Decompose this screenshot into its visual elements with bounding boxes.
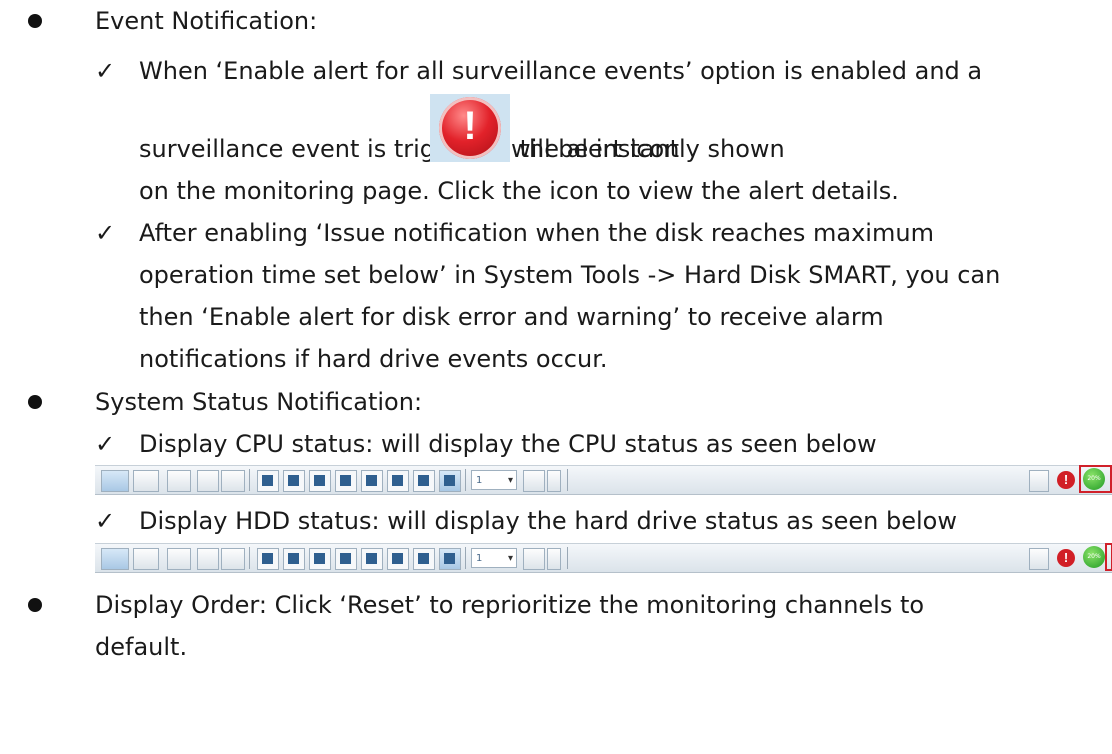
layout-9-icon[interactable] [309,470,331,492]
play-icon[interactable] [133,470,159,492]
check-icon: ✓ [95,507,116,535]
layout-16-icon[interactable] [361,470,383,492]
layout-6-icon[interactable] [335,548,357,570]
system-item-hdd: Display HDD status: will display the har… [139,507,957,535]
check-icon: ✓ [95,57,116,85]
layout-1-icon[interactable] [257,548,279,570]
channel-select[interactable]: 1 [471,470,517,491]
event-item-1-line-3: on the monitoring page. Click the icon t… [139,177,899,205]
event-item-1-line-1: When ‘Enable alert for all surveillance … [139,57,983,85]
layout-6-icon[interactable] [335,470,357,492]
alert-icon: ! [430,94,510,162]
channel-select[interactable]: 1 [471,548,517,569]
snapshot-dropdown[interactable] [547,548,561,570]
toolbar-separator [249,547,250,569]
toolbar-separator [567,547,568,569]
toolbar-separator [465,469,466,491]
layout-13-icon[interactable] [413,470,435,492]
highlight-frame [1105,543,1112,571]
collapse-icon[interactable] [197,548,219,570]
layout-10-icon[interactable] [387,548,409,570]
event-item-1-line-2b: will be instantly shown [511,135,785,163]
bullet-dot [28,598,42,612]
status-icon[interactable]: 20% [1083,546,1105,568]
toolbar-separator [567,469,568,491]
bullet-dot [28,14,42,28]
toolbar-separator [465,547,466,569]
event-item-2-line-4: notifications if hard drive events occur… [139,345,608,373]
snapshot-dropdown[interactable] [547,470,561,492]
alert-icon[interactable]: ! [1057,471,1075,489]
clear-icon[interactable] [167,470,191,492]
sequence-icon[interactable] [523,470,545,492]
system-item-cpu: Display CPU status: will display the CPU… [139,430,877,458]
event-item-2-line-2: operation time set below’ in System Tool… [139,261,1001,289]
event-item-2-line-1: After enabling ‘Issue notification when … [139,219,934,247]
layout-4-icon[interactable] [283,548,305,570]
layout-10-icon[interactable] [387,470,409,492]
clear-icon[interactable] [167,548,191,570]
fullscreen-icon[interactable] [221,548,245,570]
play-icon[interactable] [133,548,159,570]
check-icon: ✓ [95,430,116,458]
monitoring-toolbar-hdd: 1 ! 20% [95,543,1112,573]
layout-1-icon[interactable] [257,470,279,492]
layout-9-icon[interactable] [309,548,331,570]
layout-4-icon[interactable] [283,470,305,492]
monitor-icon[interactable] [101,548,129,570]
sequence-icon[interactable] [523,548,545,570]
collapse-icon[interactable] [197,470,219,492]
snapshot-icon[interactable] [1029,470,1049,492]
alert-icon[interactable]: ! [1057,549,1075,567]
display-order-line-1: Display Order: Click ‘Reset’ to repriori… [95,591,925,619]
bullet-dot [28,395,42,409]
monitoring-toolbar-cpu: 1 ! 20% [95,465,1112,495]
fullscreen-icon[interactable] [221,470,245,492]
layout-16-icon[interactable] [361,548,383,570]
layout-13-icon[interactable] [413,548,435,570]
snapshot-icon[interactable] [1029,548,1049,570]
display-order-line-2: default. [95,633,188,661]
check-icon: ✓ [95,219,116,247]
layout-custom-icon[interactable] [439,470,461,492]
layout-custom-icon[interactable] [439,548,461,570]
toolbar-separator [249,469,250,491]
monitor-icon[interactable] [101,470,129,492]
highlight-frame [1079,465,1112,493]
event-item-2-line-3: then ‘Enable alert for disk error and wa… [139,303,884,331]
section-heading-system-status: System Status Notification: [95,388,423,416]
section-heading-event-notification: Event Notification: [95,7,318,35]
